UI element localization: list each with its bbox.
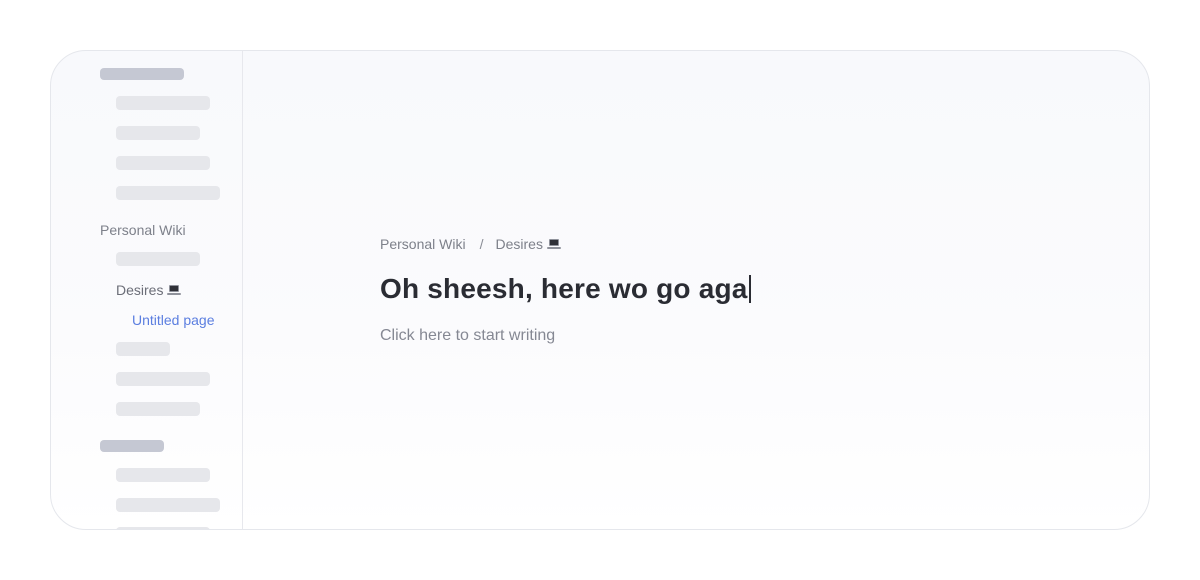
laptop-icon [546,238,561,250]
breadcrumb-separator: / [479,236,484,252]
sidebar-item-placeholder [116,126,200,140]
sidebar-item-placeholder [116,402,200,416]
page-title-field[interactable]: Oh sheesh, here wo go aga [380,273,751,305]
body-editor-placeholder[interactable]: Click here to start writing [380,327,555,345]
sidebar-item-placeholder [116,252,200,266]
sidebar-item-untitled-page[interactable]: Untitled page [132,311,215,329]
sidebar-section-personal-wiki[interactable]: Personal Wiki [100,221,186,239]
page-title[interactable]: Oh sheesh, here wo go aga [380,273,748,305]
sidebar-item-placeholder [116,156,210,170]
sidebar-item-placeholder [116,498,220,512]
app-window: Personal Wiki Desires Untitled page Pers… [50,50,1150,530]
sidebar-item-placeholder [116,468,210,482]
sidebar-item-placeholder [116,372,210,386]
sidebar-item-placeholder [116,186,220,200]
sidebar-heading-placeholder [100,68,184,80]
sidebar-item-placeholder [116,96,210,110]
sidebar-item-placeholder [116,527,210,529]
editor-pane: Personal Wiki / Desires Oh sheesh, here … [243,51,1149,529]
sidebar: Personal Wiki Desires Untitled page [51,51,243,529]
laptop-icon [167,284,182,296]
breadcrumb: Personal Wiki / Desires [380,236,561,252]
sidebar-heading-placeholder [100,440,164,452]
breadcrumb-item-label: Desires [495,236,543,252]
breadcrumb-item-personal-wiki[interactable]: Personal Wiki [380,236,466,252]
sidebar-item-label: Desires [116,282,164,298]
breadcrumb-item-desires[interactable]: Desires [495,236,561,252]
sidebar-item-placeholder [116,342,170,356]
sidebar-item-desires[interactable]: Desires [116,281,182,299]
text-cursor [748,275,751,303]
